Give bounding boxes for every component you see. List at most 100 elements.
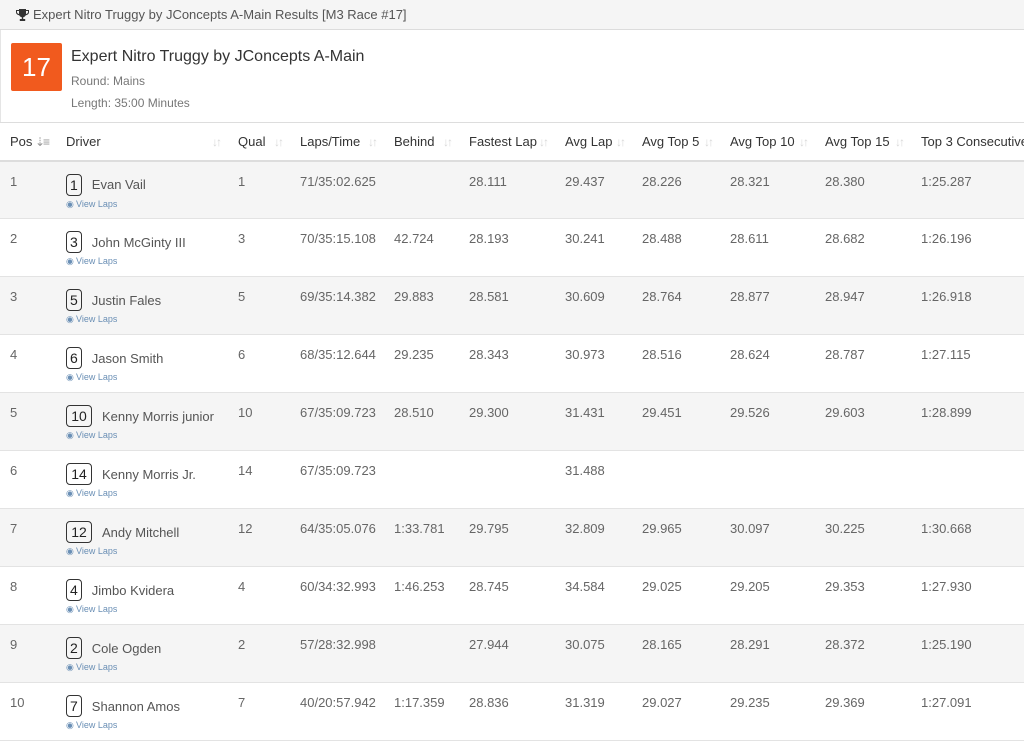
driver-name: John McGinty III — [91, 234, 186, 250]
view-laps-link[interactable]: ◉ View Laps — [66, 488, 228, 499]
cell-avg: 29.437 — [555, 160, 632, 219]
table-row: 7 12 Andy Mitchell ◉ View Laps 12 64/35:05.076… — [0, 508, 1024, 567]
cell-laps: 40/20:57.942 — [290, 682, 384, 741]
cell-top5: 28.488 — [632, 218, 720, 277]
cell-top15 — [815, 450, 911, 509]
cell-avg: 32.809 — [555, 508, 632, 567]
table-row: 9 2 Cole Ogden ◉ View Laps 2 57/28:32.998 27.94… — [0, 624, 1024, 683]
cell-top3: 1:27.930 — [911, 566, 1024, 625]
table-row: 5 10 Kenny Morris junior ◉ View Laps 10 67/35:… — [0, 392, 1024, 451]
cell-driver: 14 Kenny Morris Jr. ◉ View Laps — [56, 450, 228, 509]
race-header: 17 Expert Nitro Truggy by JConcepts A-Ma… — [0, 30, 1024, 122]
cell-top10 — [720, 450, 815, 509]
cell-top15: 28.682 — [815, 218, 911, 277]
col-header-laps-time[interactable]: Laps/Time ↓↑ — [290, 122, 384, 162]
car-number-badge: 2 — [66, 637, 82, 659]
car-number-badge: 7 — [66, 695, 82, 717]
cell-top10: 29.235 — [720, 682, 815, 741]
cell-fastest: 28.111 — [459, 160, 555, 219]
car-number-badge: 3 — [66, 231, 82, 253]
cell-avg: 31.488 — [555, 450, 632, 509]
cell-top3: 1:25.190 — [911, 624, 1024, 683]
view-laps-link[interactable]: ◉ View Laps — [66, 314, 228, 325]
cell-top5: 29.027 — [632, 682, 720, 741]
cell-qual: 5 — [228, 276, 290, 335]
cell-behind: 28.510 — [384, 392, 459, 451]
eye-icon: ◉ — [66, 314, 74, 324]
col-header-avg-top-10[interactable]: Avg Top 10 ↓↑ — [720, 122, 815, 162]
cell-driver: 2 Cole Ogden ◉ View Laps — [56, 624, 228, 683]
col-header-avg-lap[interactable]: Avg Lap ↓↑ — [555, 122, 632, 162]
cell-qual: 7 — [228, 682, 290, 741]
view-laps-link[interactable]: ◉ View Laps — [66, 199, 228, 210]
cell-avg: 31.431 — [555, 392, 632, 451]
view-laps-link[interactable]: ◉ View Laps — [66, 256, 228, 267]
table-row: 8 4 Jimbo Kvidera ◉ View Laps 4 60/34:32.993 1:… — [0, 566, 1024, 625]
col-header-top-3-consecutive[interactable]: Top 3 Consecutive — [911, 122, 1024, 162]
cell-behind: 1:46.253 — [384, 566, 459, 625]
view-laps-link[interactable]: ◉ View Laps — [66, 604, 228, 615]
sort-icon: ↓↑ — [616, 135, 626, 149]
view-laps-label: View Laps — [76, 198, 118, 209]
cell-driver: 5 Justin Fales ◉ View Laps — [56, 276, 228, 335]
view-laps-link[interactable]: ◉ View Laps — [66, 430, 228, 441]
race-length: Length: 35:00 Minutes — [71, 96, 190, 110]
cell-driver: 1 Evan Vail ◉ View Laps — [56, 160, 228, 219]
eye-icon: ◉ — [66, 662, 74, 672]
col-header-avg-top-5[interactable]: Avg Top 5 ↓↑ — [632, 122, 720, 162]
cell-laps: 71/35:02.625 — [290, 160, 384, 219]
header-row: Pos ⇣≡ Driver ↓↑ Qual ↓↑ Laps/Time ↓↑ Behind… — [0, 122, 1024, 162]
view-laps-label: View Laps — [76, 720, 118, 730]
cell-fastest: 29.300 — [459, 392, 555, 451]
cell-top3 — [911, 450, 1024, 509]
cell-pos: 2 — [0, 218, 56, 277]
cell-avg: 30.973 — [555, 334, 632, 393]
sort-asc-icon: ⇣≡ — [34, 135, 50, 149]
view-laps-link[interactable]: ◉ View Laps — [66, 372, 228, 383]
col-header-behind[interactable]: Behind ↓↑ — [384, 122, 459, 162]
cell-avg: 30.241 — [555, 218, 632, 277]
cell-laps: 60/34:32.993 — [290, 566, 384, 625]
view-laps-link[interactable]: ◉ View Laps — [66, 546, 228, 557]
cell-pos: 5 — [0, 392, 56, 451]
car-number-badge: 10 — [66, 405, 92, 427]
driver-name: Kenny Morris Jr. — [102, 466, 196, 482]
cell-top15: 28.947 — [815, 276, 911, 335]
view-laps-link[interactable]: ◉ View Laps — [66, 720, 228, 731]
cell-avg: 31.319 — [555, 682, 632, 741]
cell-top5: 29.965 — [632, 508, 720, 567]
table-row: 4 6 Jason Smith ◉ View Laps 6 68/35:12.644 29.2… — [0, 334, 1024, 393]
cell-pos: 9 — [0, 624, 56, 683]
cell-top10: 28.877 — [720, 276, 815, 335]
cell-pos: 6 — [0, 450, 56, 509]
col-header-pos[interactable]: Pos ⇣≡ — [0, 122, 56, 162]
cell-top15: 29.369 — [815, 682, 911, 741]
cell-driver: 4 Jimbo Kvidera ◉ View Laps — [56, 566, 228, 625]
cell-top15: 30.225 — [815, 508, 911, 567]
cell-fastest — [459, 450, 555, 509]
cell-qual: 2 — [228, 624, 290, 683]
cell-laps: 64/35:05.076 — [290, 508, 384, 567]
cell-top10: 29.526 — [720, 392, 815, 451]
driver-name: Justin Fales — [91, 292, 162, 308]
col-header-qual[interactable]: Qual ↓↑ — [228, 122, 290, 162]
view-laps-label: View Laps — [76, 546, 118, 556]
cell-top10: 28.291 — [720, 624, 815, 683]
cell-behind: 29.883 — [384, 276, 459, 335]
race-title: Expert Nitro Truggy by JConcepts A-Main — [71, 48, 365, 65]
car-number-badge: 12 — [66, 521, 92, 543]
cell-avg: 30.075 — [555, 624, 632, 683]
col-header-fastest-lap[interactable]: Fastest Lap ↓↑ — [459, 122, 555, 162]
cell-top5: 28.165 — [632, 624, 720, 683]
view-laps-link[interactable]: ◉ View Laps — [66, 662, 228, 673]
cell-pos: 4 — [0, 334, 56, 393]
cell-behind: 1:33.781 — [384, 508, 459, 567]
cell-top15: 29.353 — [815, 566, 911, 625]
cell-top3: 1:27.115 — [911, 334, 1024, 393]
cell-qual: 12 — [228, 508, 290, 567]
cell-behind: 29.235 — [384, 334, 459, 393]
cell-top10: 29.205 — [720, 566, 815, 625]
col-header-avg-top-15[interactable]: Avg Top 15 ↓↑ — [815, 122, 911, 162]
cell-top3: 1:26.196 — [911, 218, 1024, 277]
col-header-driver[interactable]: Driver ↓↑ — [56, 122, 228, 162]
